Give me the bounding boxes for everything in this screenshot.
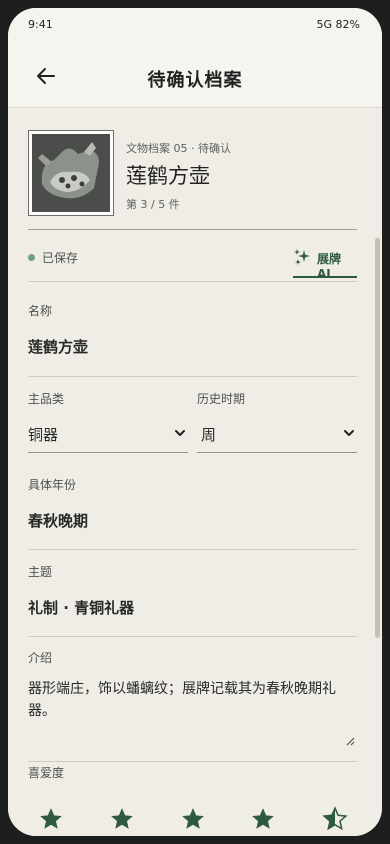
artifact-thumbnail[interactable] bbox=[28, 130, 114, 216]
status-indicators: 5G 82% bbox=[316, 18, 360, 31]
record-meta: 文物档案 05 · 待确认 bbox=[126, 142, 231, 155]
resize-handle-icon[interactable] bbox=[345, 736, 355, 746]
star-icon[interactable] bbox=[250, 806, 276, 832]
ai-placard-label: 展牌 AI bbox=[317, 252, 342, 281]
page-title: 待确认档案 bbox=[147, 70, 243, 91]
category-underline bbox=[28, 452, 188, 453]
status-time: 9:41 bbox=[28, 18, 53, 31]
chevron-down-icon[interactable] bbox=[342, 426, 356, 440]
sparkle-icon bbox=[294, 249, 310, 265]
name-label: 名称 bbox=[28, 304, 53, 318]
app-bar: 待确认档案 bbox=[8, 42, 382, 108]
category-label: 主品类 bbox=[28, 392, 65, 406]
save-status-row: 已保存 展牌 AI bbox=[28, 230, 357, 282]
theme-divider bbox=[28, 636, 357, 637]
period-select[interactable]: 周 bbox=[201, 424, 216, 445]
record-header: 文物档案 05 · 待确认 莲鹤方壶 第 3 / 5 件 bbox=[28, 130, 357, 230]
star-icon[interactable] bbox=[180, 806, 206, 832]
year-divider bbox=[28, 549, 357, 550]
theme-field[interactable]: 礼制 · 青铜礼器 bbox=[28, 597, 134, 618]
rating-stars[interactable] bbox=[28, 806, 358, 836]
period-label: 历史时期 bbox=[197, 392, 246, 406]
scrollbar[interactable] bbox=[375, 238, 380, 638]
form-content[interactable]: 文物档案 05 · 待确认 莲鹤方壶 第 3 / 5 件 已保存 展牌 AI 名… bbox=[8, 108, 382, 836]
saved-status: 已保存 bbox=[42, 251, 79, 265]
year-field[interactable]: 春秋晚期 bbox=[28, 510, 88, 531]
intro-divider bbox=[28, 761, 357, 762]
intro-textarea[interactable]: 器形端庄，饰以蟠螭纹；展牌记载其为春秋晚期礼器。 bbox=[28, 678, 348, 722]
chevron-down-icon[interactable] bbox=[173, 426, 187, 440]
ai-placard-button[interactable]: 展牌 AI bbox=[293, 244, 357, 281]
saved-indicator-dot bbox=[28, 254, 35, 261]
name-divider bbox=[28, 376, 357, 377]
record-title: 莲鹤方壶 bbox=[126, 164, 210, 188]
half-star-icon[interactable] bbox=[322, 806, 348, 832]
star-icon[interactable] bbox=[38, 806, 64, 832]
record-position: 第 3 / 5 件 bbox=[126, 198, 180, 211]
name-field[interactable]: 莲鹤方壶 bbox=[28, 336, 88, 357]
intro-label: 介绍 bbox=[28, 651, 53, 665]
artifact-image bbox=[32, 134, 110, 212]
category-select[interactable]: 铜器 bbox=[28, 424, 58, 445]
period-underline bbox=[197, 452, 357, 453]
theme-label: 主题 bbox=[28, 565, 53, 579]
year-label: 具体年份 bbox=[28, 478, 77, 492]
rating-label: 喜爱度 bbox=[28, 766, 65, 780]
star-icon[interactable] bbox=[109, 806, 135, 832]
phone-screen: 9:41 5G 82% 待确认档案 文物档案 05 · 待确认 莲鹤方壶 第 3… bbox=[8, 8, 382, 836]
status-bar: 9:41 5G 82% bbox=[8, 8, 382, 42]
